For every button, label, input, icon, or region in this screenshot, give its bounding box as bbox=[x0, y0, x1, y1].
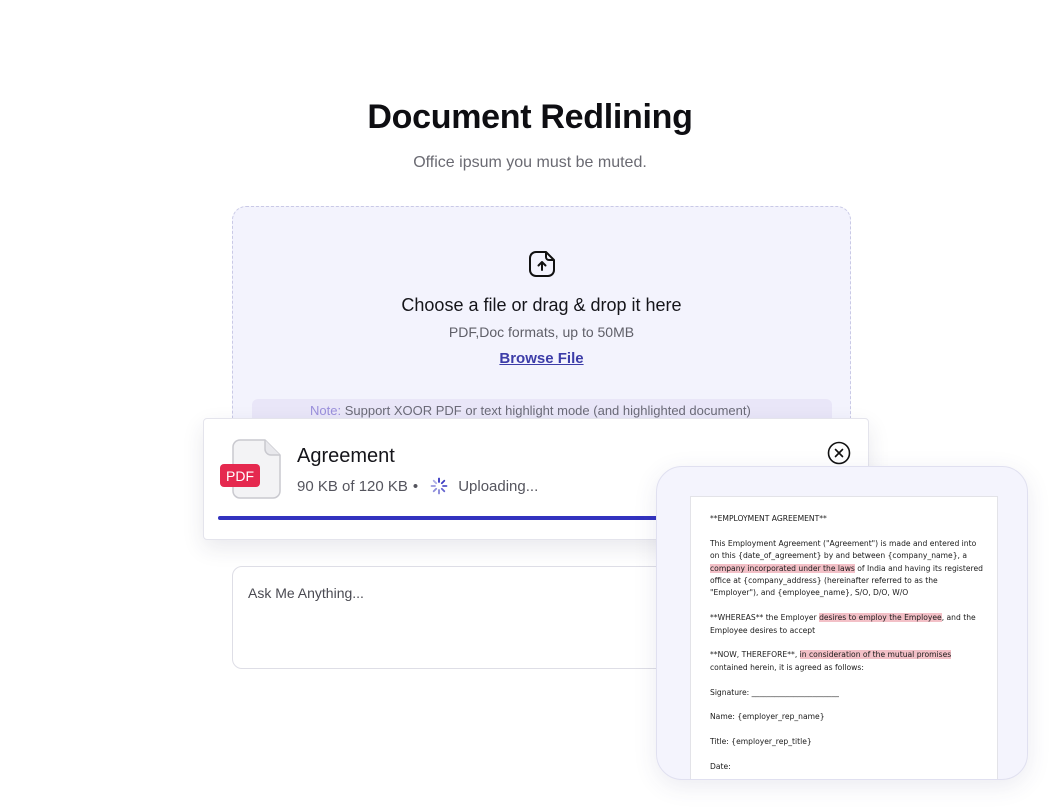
doc-text: **WHEREAS** the Employer bbox=[710, 613, 820, 623]
doc-highlight: company incorporated under the laws bbox=[710, 563, 855, 573]
loading-spinner-icon bbox=[430, 477, 448, 495]
doc-text: contained herein, it is agreed as follow… bbox=[710, 662, 864, 672]
meta-separator: • bbox=[412, 477, 419, 495]
note-text: Support XOOR PDF or text highlight mode … bbox=[344, 403, 751, 418]
doc-text: This Employment Agreement ("Agreement") … bbox=[710, 538, 977, 561]
upload-status: Uploading... bbox=[458, 477, 539, 495]
doc-signature: Signature: _______________________ bbox=[710, 687, 839, 697]
dropzone-formats: PDF,Doc formats, up to 50MB bbox=[448, 324, 635, 340]
file-dropzone[interactable]: Choose a file or drag & drop it here PDF… bbox=[232, 206, 851, 446]
ask-input[interactable] bbox=[248, 585, 648, 601]
close-icon[interactable] bbox=[827, 441, 851, 465]
document-body: **EMPLOYMENT AGREEMENT** This Employment… bbox=[710, 513, 985, 779]
note-label: Note: bbox=[310, 403, 342, 418]
browse-file-link[interactable]: Browse File bbox=[499, 350, 583, 367]
doc-paragraph-3: **NOW, THEREFORE**, in consideration of … bbox=[710, 649, 985, 674]
file-upload-icon bbox=[529, 251, 555, 277]
file-size-progress: 90 KB of 120 KB bbox=[297, 477, 408, 495]
doc-highlight: in consideration of the mutual promises bbox=[799, 650, 952, 660]
doc-text: **NOW, THEREFORE**, bbox=[710, 650, 800, 660]
page-subtitle: Office ipsum you must be muted. bbox=[413, 154, 647, 171]
pdf-file-icon: PDF bbox=[220, 439, 281, 499]
doc-highlight: desires to employ the Employee bbox=[819, 613, 942, 623]
doc-paragraph-1: This Employment Agreement ("Agreement") … bbox=[710, 538, 985, 600]
document-preview-page: **EMPLOYMENT AGREEMENT** This Employment… bbox=[690, 496, 998, 779]
page-title: Document Redlining bbox=[367, 98, 693, 136]
document-preview-card: **EMPLOYMENT AGREEMENT** This Employment… bbox=[656, 466, 1028, 780]
file-name: Agreement bbox=[297, 445, 395, 467]
upload-progress-fill bbox=[218, 516, 697, 520]
doc-paragraph-2: **WHEREAS** the Employer desires to empl… bbox=[710, 612, 985, 637]
doc-date: Date: bbox=[710, 762, 731, 772]
file-meta: 90 KB of 120 KB • Uploading... bbox=[297, 477, 538, 495]
dropzone-title: Choose a file or drag & drop it here bbox=[401, 295, 682, 315]
pdf-badge-label: PDF bbox=[226, 468, 254, 484]
doc-name: Name: {employer_rep_name} bbox=[710, 712, 825, 722]
doc-heading: **EMPLOYMENT AGREEMENT** bbox=[710, 514, 827, 523]
doc-title: Title: {employer_rep_title} bbox=[710, 737, 812, 747]
